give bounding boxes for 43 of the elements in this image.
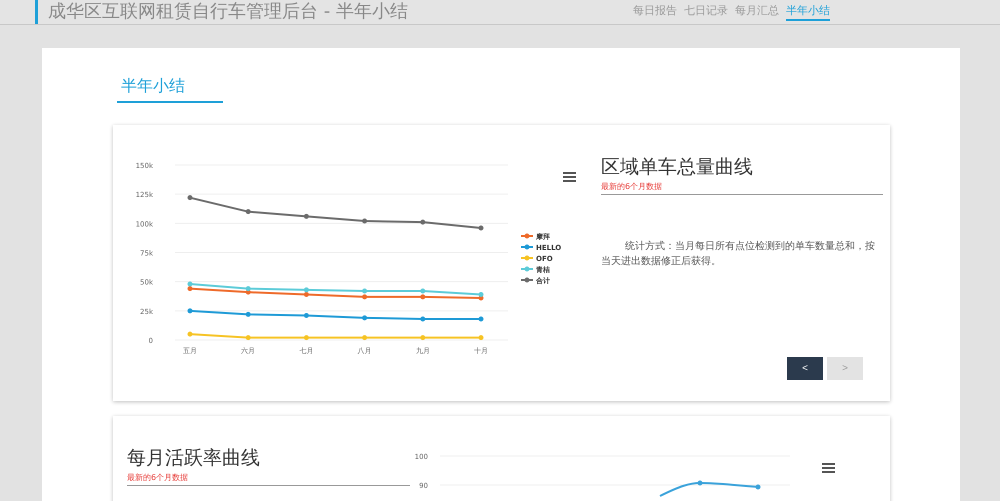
menu-icon[interactable] <box>822 462 835 473</box>
point <box>188 282 192 286</box>
previous-button[interactable]: < <box>787 357 823 380</box>
point <box>246 335 251 340</box>
point <box>246 312 251 317</box>
card-title: 区域单车总量曲线 <box>601 155 754 179</box>
point <box>304 292 309 297</box>
description-text: 统计方式：当月每日所有点位检测到的单车数量总和，按当天进出数据修正后获得。 <box>601 240 876 269</box>
card-subtitle: 最新的6个月数据 <box>601 179 883 195</box>
point <box>478 335 484 340</box>
point <box>304 335 309 340</box>
point <box>420 335 426 340</box>
page-title: 成华区互联网租赁自行车管理后台 - 半年小结 <box>35 0 408 24</box>
point <box>420 288 426 294</box>
point <box>362 294 368 300</box>
point <box>362 315 368 320</box>
legend-marker <box>521 278 533 282</box>
point <box>478 226 484 230</box>
point <box>188 308 192 314</box>
card-subtitle: 最新的6个月数据 <box>127 470 410 486</box>
point <box>246 209 251 214</box>
menu-icon[interactable] <box>563 171 576 182</box>
point <box>362 335 368 340</box>
legend-marker <box>521 234 533 238</box>
point <box>304 214 309 219</box>
point <box>478 292 484 297</box>
legend-marker <box>521 266 533 272</box>
point <box>362 218 368 224</box>
point <box>478 316 484 322</box>
legend-marker <box>521 256 533 260</box>
point <box>304 313 309 318</box>
section-title: 半年小结 <box>117 76 223 103</box>
legend-marker <box>521 244 533 250</box>
point <box>420 294 426 300</box>
point <box>188 195 192 200</box>
point <box>362 288 368 294</box>
point <box>420 316 426 322</box>
point <box>304 287 309 292</box>
point <box>188 332 192 337</box>
point <box>188 286 192 292</box>
point <box>420 220 426 225</box>
card-title: 每月活跃率曲线 <box>127 446 261 470</box>
point <box>246 286 251 292</box>
